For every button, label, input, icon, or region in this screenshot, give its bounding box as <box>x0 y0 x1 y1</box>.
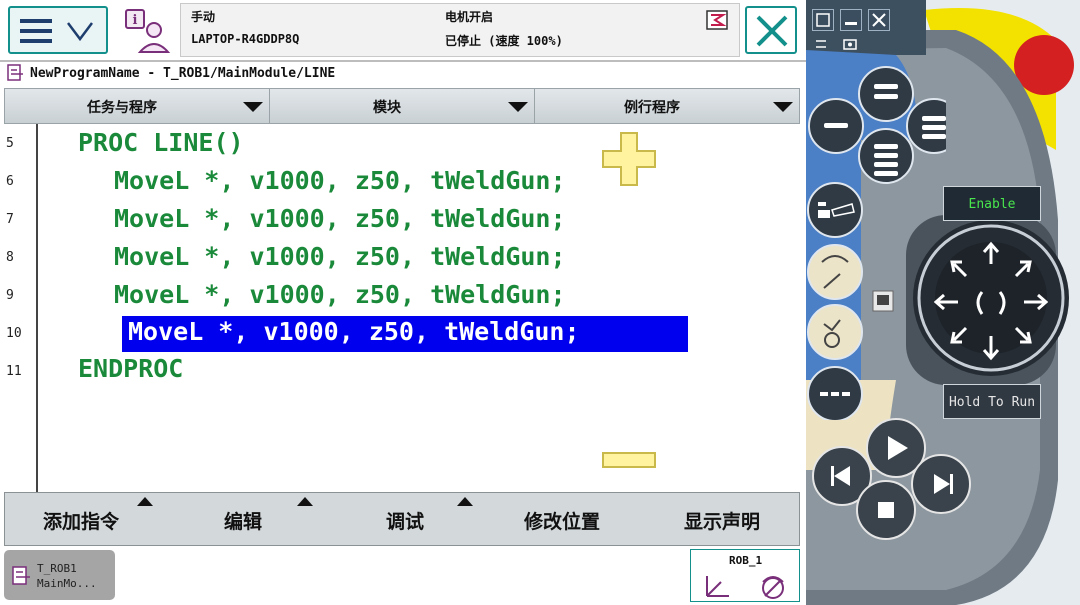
joystick-icon[interactable] <box>934 240 1048 364</box>
motor-state-text: 电机开启 <box>445 10 494 24</box>
chevron-up-icon <box>457 497 473 506</box>
operator-info-icon[interactable]: i <box>122 6 174 56</box>
chevron-down-icon <box>508 102 528 112</box>
mode-text: 手动 <box>191 10 216 24</box>
code-line[interactable]: ENDPROC <box>78 354 183 383</box>
line-number: 7 <box>6 212 14 227</box>
jog-mode-buttons[interactable] <box>806 180 866 420</box>
line-number: 5 <box>6 136 14 151</box>
line-number: 6 <box>6 174 14 189</box>
modify-position-button[interactable]: 修改位置 <box>524 507 600 534</box>
swap-and-screenshot-icon[interactable] <box>814 37 864 51</box>
program-editor-icon <box>12 566 30 585</box>
line-number: 8 <box>6 250 14 265</box>
code-line[interactable]: PROC LINE() <box>78 128 244 157</box>
run-controls <box>812 418 971 540</box>
robot-unit-button[interactable]: ROB_1 <box>690 549 800 602</box>
svg-text:i: i <box>133 13 138 28</box>
line-number: 9 <box>6 288 14 303</box>
emergency-stop-button <box>1014 35 1074 95</box>
add-instruction-button[interactable]: 添加指令 <box>43 507 119 534</box>
line-number-gutter: 5 6 7 8 9 10 11 <box>4 124 38 492</box>
restore-icon <box>816 13 830 27</box>
breadcrumb: NewProgramName - T_ROB1/MainModule/LINE <box>0 62 806 86</box>
tab-label: 例行程序 <box>624 100 680 116</box>
controller-name: LAPTOP-R4GDDP8Q <box>191 32 300 46</box>
program-path: NewProgramName - T_ROB1/MainModule/LINE <box>30 66 336 81</box>
close-icon <box>756 15 788 47</box>
running-state-icon <box>706 10 728 30</box>
line-number: 11 <box>6 364 22 379</box>
jog-coordinates-icon <box>706 576 784 599</box>
tab-label: 任务与程序 <box>87 100 157 116</box>
show-declaration-button[interactable]: 显示声明 <box>684 507 760 534</box>
main-menu-button[interactable] <box>8 6 108 54</box>
code-line[interactable]: MoveL *, v1000, z50, tWeldGun; <box>114 242 566 271</box>
close-icon <box>872 13 886 27</box>
chevron-up-icon <box>137 497 153 506</box>
taskbar: T_ROB1 MainMo... ROB_1 <box>0 546 806 605</box>
zoom-out-icon[interactable] <box>601 451 657 469</box>
chevron-down-icon <box>773 102 793 112</box>
close-button[interactable] <box>745 6 797 54</box>
chevron-down-icon <box>243 102 263 112</box>
module-name: MainMo... <box>37 577 97 590</box>
code-editor[interactable]: 5 6 7 8 9 10 11 PROC LINE() MoveL *, v10… <box>4 124 800 492</box>
code-line-text: MoveL *, v1000, z50, tWeldGun; <box>128 317 580 346</box>
program-editor-icon <box>7 64 23 81</box>
window-minimize-button[interactable] <box>840 9 862 31</box>
tab-tasks-and-programs[interactable]: 任务与程序 <box>5 89 270 123</box>
tab-routines[interactable]: 例行程序 <box>535 89 799 123</box>
chevron-up-icon <box>297 497 313 506</box>
window-restore-button[interactable] <box>812 9 834 31</box>
selected-code-line[interactable]: MoveL *, v1000, z50, tWeldGun; <box>122 316 688 352</box>
code-line[interactable]: MoveL *, v1000, z50, tWeldGun; <box>114 204 566 233</box>
window-close-button[interactable] <box>868 9 890 31</box>
programmable-keys[interactable] <box>806 60 946 190</box>
robot-unit-label: ROB_1 <box>729 554 763 567</box>
tab-modules[interactable]: 模块 <box>270 89 535 123</box>
code-line[interactable]: MoveL *, v1000, z50, tWeldGun; <box>114 166 566 195</box>
line-number: 10 <box>6 326 22 341</box>
zoom-in-icon[interactable] <box>601 131 657 187</box>
task-name: T_ROB1 <box>37 562 77 575</box>
code-line[interactable]: MoveL *, v1000, z50, tWeldGun; <box>114 280 566 309</box>
tab-label: 模块 <box>373 100 401 116</box>
status-panel[interactable]: 手动 LAPTOP-R4GDDP8Q 电机开启 已停止 (速度 100%) <box>180 3 740 57</box>
flexpendant-hardware: Enable Hold To Run <box>806 0 1080 605</box>
menu-icon <box>20 19 93 43</box>
enable-button[interactable]: Enable <box>943 186 1041 221</box>
edit-button[interactable]: 编辑 <box>224 507 262 534</box>
top-status-bar: i 手动 LAPTOP-R4GDDP8Q 电机开启 已停止 (速度 100%) <box>0 0 806 62</box>
editor-tabs: 任务与程序 模块 例行程序 <box>4 88 800 124</box>
flexpendant-screen: i 手动 LAPTOP-R4GDDP8Q 电机开启 已停止 (速度 100%) <box>0 0 806 605</box>
run-state-text: 已停止 (速度 100%) <box>445 34 563 48</box>
command-bar: 添加指令 编辑 调试 修改位置 显示声明 <box>4 492 800 546</box>
minimize-icon <box>845 22 857 25</box>
task-program-button[interactable]: T_ROB1 MainMo... <box>4 550 115 600</box>
jog-toggle-icon[interactable] <box>872 290 894 312</box>
debug-button[interactable]: 调试 <box>386 507 424 534</box>
